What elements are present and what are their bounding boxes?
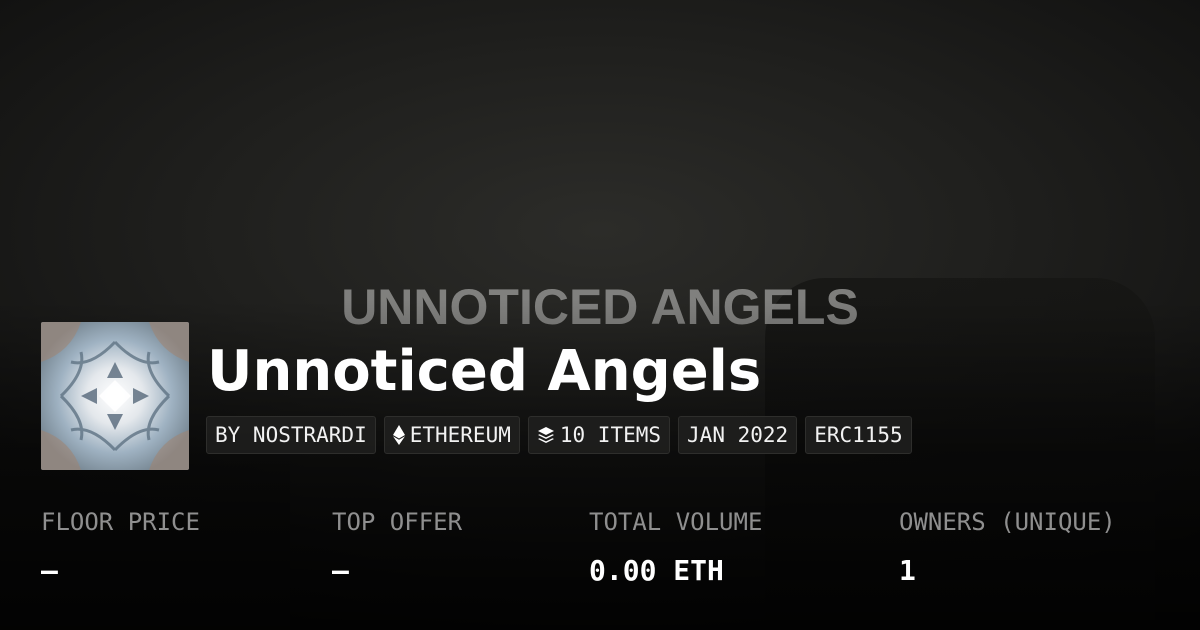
collection-tags: BY NOSTRARDI ETHEREUM 10 ITEMS JAN 2022 … bbox=[206, 416, 912, 454]
date-tag: JAN 2022 bbox=[678, 416, 798, 454]
standard-label: ERC1155 bbox=[814, 423, 903, 447]
stat-value: 0.00 ETH bbox=[589, 554, 724, 587]
collection-title: Unnoticed Angels bbox=[207, 339, 762, 404]
kaleidoscope-artwork-icon bbox=[41, 322, 189, 470]
ethereum-icon bbox=[392, 425, 405, 445]
creator-label: BY NOSTRARDI bbox=[215, 423, 367, 447]
share-card: UNNOTICED ANGELS bbox=[0, 0, 1200, 630]
collection-thumbnail[interactable] bbox=[41, 322, 189, 470]
stat-value: – bbox=[332, 554, 349, 587]
stat-value: – bbox=[41, 554, 58, 587]
standard-tag: ERC1155 bbox=[805, 416, 912, 454]
chain-tag[interactable]: ETHEREUM bbox=[383, 416, 520, 454]
items-tag[interactable]: 10 ITEMS bbox=[527, 416, 671, 454]
stat-top-offer: TOP OFFER – bbox=[332, 505, 462, 587]
stat-label: FLOOR PRICE bbox=[41, 508, 200, 536]
stat-floor-price: FLOOR PRICE – bbox=[41, 505, 200, 587]
stat-total-volume: TOTAL VOLUME 0.00 ETH bbox=[589, 505, 762, 587]
stat-label: TOP OFFER bbox=[332, 508, 463, 536]
stat-label: TOTAL VOLUME bbox=[589, 508, 763, 536]
stat-owners: OWNERS (UNIQUE) 1 bbox=[899, 505, 1116, 587]
stat-value: 1 bbox=[899, 554, 916, 587]
items-label: 10 ITEMS bbox=[559, 423, 662, 447]
creator-tag[interactable]: BY NOSTRARDI bbox=[206, 416, 376, 454]
layers-icon bbox=[537, 426, 555, 444]
stat-label: OWNERS (UNIQUE) bbox=[899, 508, 1116, 536]
chain-label: ETHEREUM bbox=[409, 423, 511, 447]
date-label: JAN 2022 bbox=[687, 423, 789, 447]
